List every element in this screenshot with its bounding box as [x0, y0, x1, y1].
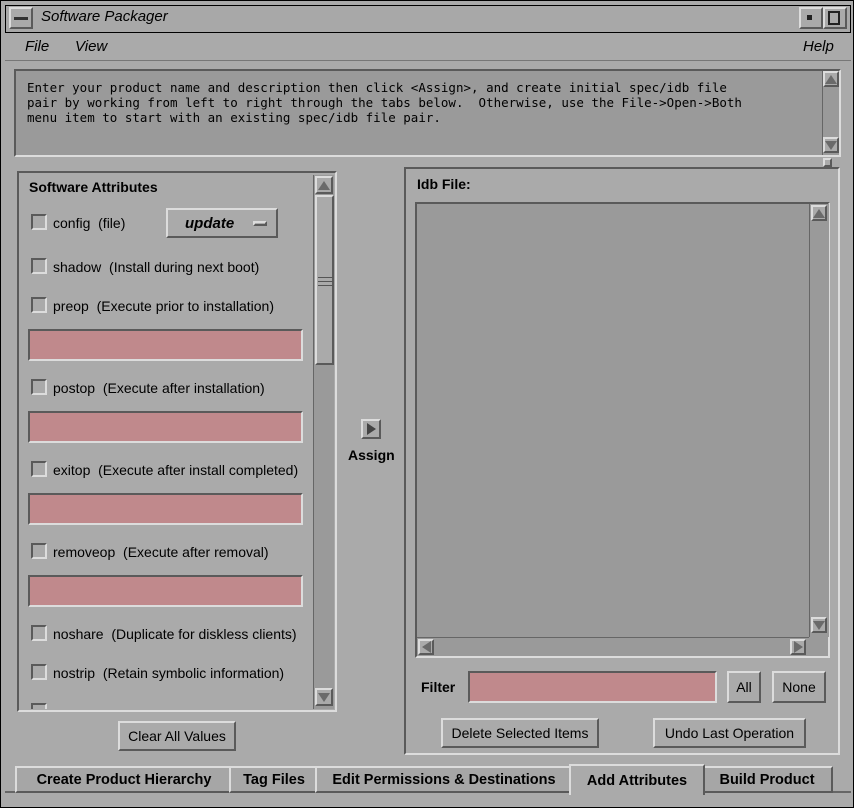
- tab-add-attributes[interactable]: Add Attributes: [569, 764, 705, 795]
- arrow-down-icon: [825, 140, 837, 150]
- minimize-button[interactable]: [799, 7, 823, 29]
- removeop-checkbox[interactable]: [31, 543, 47, 559]
- clear-all-values-button[interactable]: Clear All Values: [118, 721, 236, 751]
- arrow-left-icon: [421, 641, 431, 653]
- minimize-icon: [807, 15, 812, 20]
- postop-label: postop (Execute after installation): [53, 380, 265, 396]
- main-window: Software Packager File View Help Enter y…: [0, 0, 854, 808]
- filter-none-button[interactable]: None: [772, 671, 826, 703]
- tab-edit-permissions-destinations[interactable]: Edit Permissions & Destinations: [315, 766, 573, 793]
- removeop-name: removeop: [53, 544, 116, 560]
- attributes-scrollbar[interactable]: [313, 175, 334, 709]
- clipped-checkbox[interactable]: [31, 703, 47, 709]
- preop-field[interactable]: [28, 329, 303, 361]
- noshare-desc: (Duplicate for diskless clients): [111, 626, 297, 642]
- shadow-name: shadow: [53, 259, 102, 275]
- window-menu-button[interactable]: [9, 7, 33, 29]
- removeop-field[interactable]: [28, 575, 303, 607]
- nostrip-desc: (Retain symbolic information): [102, 665, 285, 681]
- assign-label[interactable]: Assign: [348, 447, 395, 463]
- idb-file-list[interactable]: [415, 202, 830, 658]
- config-checkbox[interactable]: [31, 214, 47, 230]
- preop-checkbox[interactable]: [31, 297, 47, 313]
- idb-horizontal-scrollbar[interactable]: [417, 637, 809, 656]
- assign-arrow-button[interactable]: [361, 419, 381, 439]
- preop-name: preop: [53, 298, 89, 314]
- exitop-field[interactable]: [28, 493, 303, 525]
- attributes-scroll-up[interactable]: [315, 176, 333, 194]
- attributes-scroll-down[interactable]: [315, 688, 333, 706]
- delete-selected-items-button[interactable]: Delete Selected Items: [441, 718, 599, 748]
- shadow-desc: (Install during next boot): [109, 259, 260, 275]
- menu-view[interactable]: View: [75, 38, 107, 55]
- exitop-label: exitop (Execute after install completed): [53, 462, 298, 478]
- shadow-checkbox[interactable]: [31, 258, 47, 274]
- config-option-value: update: [185, 214, 235, 232]
- instructions-scroll-down[interactable]: [823, 137, 839, 153]
- option-menu-icon: [253, 221, 267, 226]
- config-name: config: [53, 215, 91, 231]
- idb-scroll-down[interactable]: [811, 617, 827, 633]
- menu-file[interactable]: File: [25, 38, 49, 55]
- postop-desc: (Execute after installation): [102, 380, 265, 396]
- attributes-scroll-thumb[interactable]: [315, 195, 334, 365]
- noshare-label: noshare (Duplicate for diskless clients): [53, 626, 297, 642]
- arrow-up-icon: [813, 208, 825, 218]
- arrow-up-icon: [318, 180, 330, 190]
- undo-last-operation-button[interactable]: Undo Last Operation: [653, 718, 806, 748]
- window-menu-icon: [14, 17, 28, 20]
- instructions-scroll-up[interactable]: [823, 71, 839, 87]
- attributes-heading: Software Attributes: [29, 179, 158, 195]
- idb-vertical-scrollbar[interactable]: [809, 204, 829, 637]
- idb-heading: Idb File:: [417, 176, 471, 192]
- tab-tag-files[interactable]: Tag Files: [229, 766, 319, 793]
- preop-desc: (Execute prior to installation): [96, 298, 275, 314]
- tab-build-product[interactable]: Build Product: [701, 766, 833, 793]
- clipped-row: [29, 703, 309, 709]
- nostrip-label: nostrip (Retain symbolic information): [53, 665, 284, 681]
- idb-scroll-left[interactable]: [418, 639, 434, 655]
- removeop-label: removeop (Execute after removal): [53, 544, 269, 560]
- grip-line: [318, 277, 333, 278]
- menu-bar: [5, 35, 851, 61]
- idb-scroll-right[interactable]: [790, 639, 806, 655]
- instructions-scrollbar[interactable]: [822, 71, 839, 155]
- filter-label: Filter: [421, 679, 456, 695]
- exitop-checkbox[interactable]: [31, 461, 47, 477]
- config-option-menu[interactable]: update: [166, 208, 278, 238]
- shadow-label: shadow (Install during next boot): [53, 259, 259, 275]
- arrow-right-icon: [366, 423, 376, 435]
- window-title: Software Packager: [41, 8, 168, 25]
- menu-help[interactable]: Help: [803, 38, 834, 55]
- config-label: config (file): [53, 215, 125, 231]
- instructions-text: Enter your product name and description …: [27, 80, 742, 125]
- postop-checkbox[interactable]: [31, 379, 47, 395]
- arrow-down-icon: [318, 692, 330, 702]
- maximize-button[interactable]: [823, 7, 847, 29]
- filter-all-button[interactable]: All: [727, 671, 761, 703]
- pane-resize-handle[interactable]: [823, 158, 832, 167]
- grip-line: [318, 281, 333, 282]
- config-desc: (file): [98, 215, 126, 231]
- maximize-icon: [828, 11, 840, 25]
- exitop-name: exitop: [53, 462, 91, 478]
- postop-field[interactable]: [28, 411, 303, 443]
- tab-create-product-hierarchy[interactable]: Create Product Hierarchy: [15, 766, 233, 793]
- removeop-desc: (Execute after removal): [123, 544, 269, 560]
- postop-name: postop: [53, 380, 96, 396]
- nostrip-checkbox[interactable]: [31, 664, 47, 680]
- grip-line: [318, 285, 333, 286]
- noshare-name: noshare: [53, 626, 104, 642]
- noshare-checkbox[interactable]: [31, 625, 47, 641]
- filter-input[interactable]: [468, 671, 717, 703]
- preop-label: preop (Execute prior to installation): [53, 298, 274, 314]
- nostrip-name: nostrip: [53, 665, 96, 681]
- arrow-right-icon: [793, 641, 803, 653]
- arrow-up-icon: [825, 74, 837, 84]
- exitop-desc: (Execute after install completed): [98, 462, 299, 478]
- arrow-down-icon: [813, 620, 825, 630]
- idb-scroll-up[interactable]: [811, 205, 827, 221]
